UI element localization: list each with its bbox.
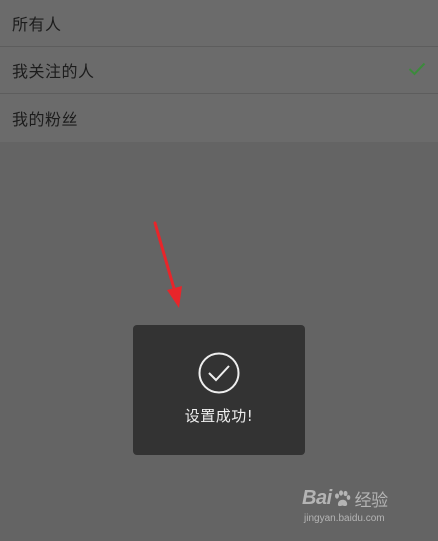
- watermark-url: jingyan.baidu.com: [304, 513, 385, 524]
- visibility-options-list: 所有人 我关注的人 我的粉丝: [0, 0, 438, 142]
- success-toast: 设置成功!: [133, 325, 305, 455]
- option-label: 我的粉丝: [12, 110, 79, 129]
- checkmark-icon: [408, 62, 426, 76]
- option-label: 我关注的人: [12, 62, 95, 81]
- watermark-logo: Bai 经验: [302, 486, 412, 511]
- option-label: 所有人: [12, 15, 62, 34]
- watermark-logo-bai: Bai: [302, 487, 332, 509]
- baidu-jingyan-watermark: Bai 经验 jingyan.baidu.com: [302, 486, 412, 530]
- paw-icon: [334, 489, 350, 506]
- success-check-circle-icon: [198, 352, 240, 394]
- toast-message: 设置成功!: [184, 407, 254, 425]
- red-arrow-annotation: [153, 221, 182, 308]
- option-everyone[interactable]: 所有人: [0, 0, 438, 47]
- option-followed[interactable]: 我关注的人: [0, 47, 438, 94]
- watermark-logo-jingyan: 经验: [354, 491, 389, 510]
- option-fans[interactable]: 我的粉丝: [0, 94, 438, 142]
